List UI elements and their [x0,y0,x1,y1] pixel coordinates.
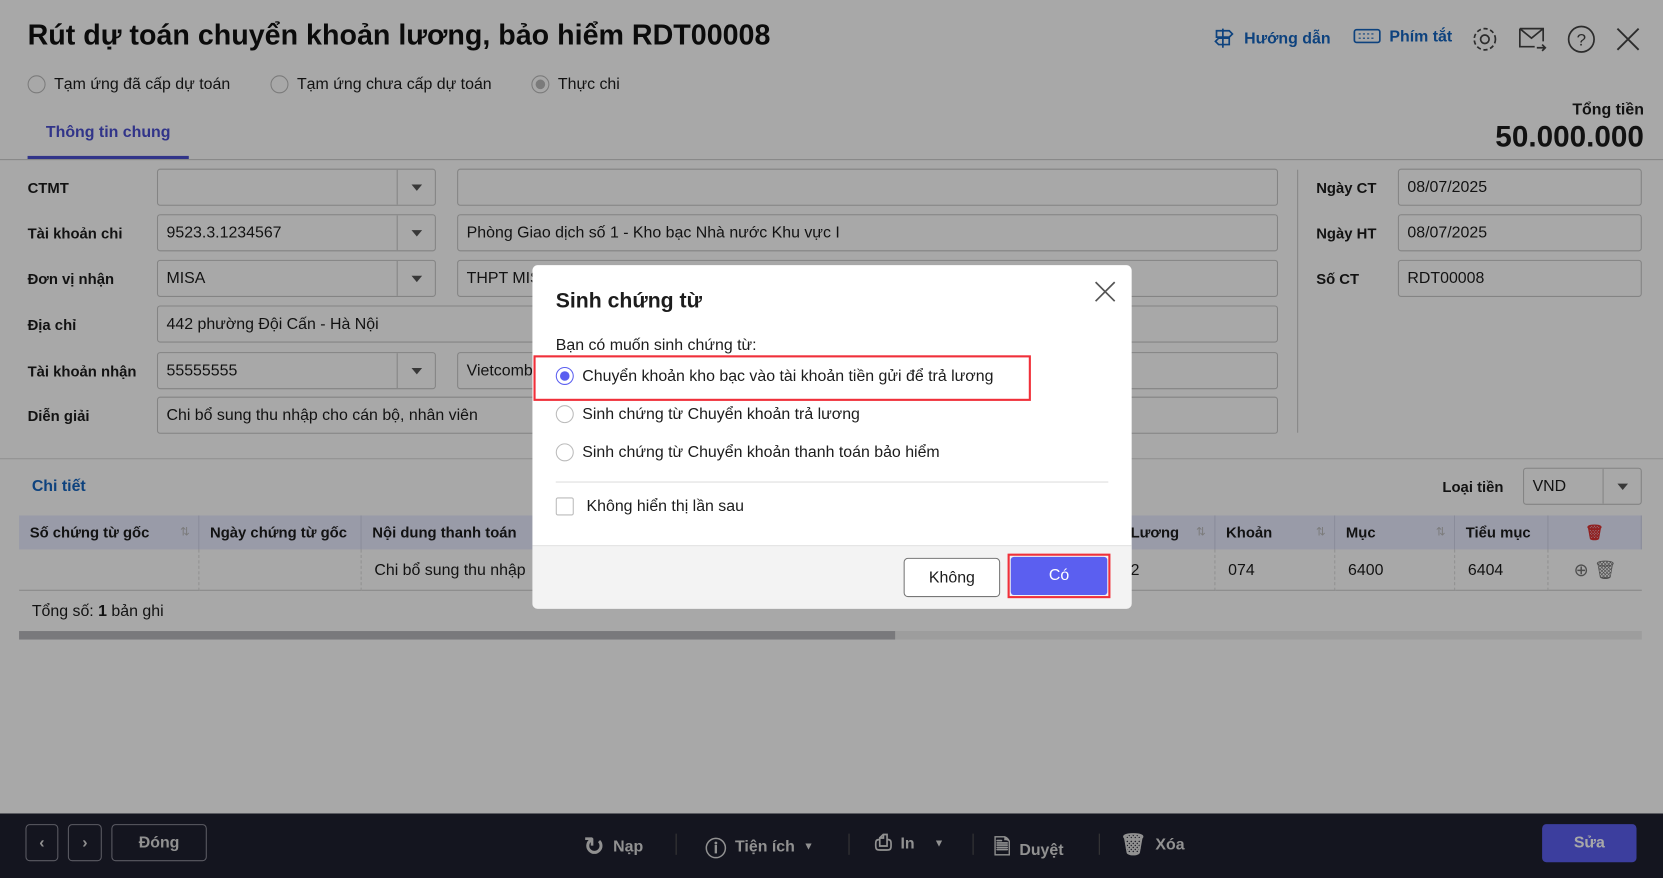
dont-show-checkbox[interactable]: Không hiển thị lần sau [555,497,744,516]
dialog-title: Sinh chứng từ [555,289,702,313]
generate-voucher-dialog: Sinh chứng từ Bạn có muốn sinh chứng từ:… [532,265,1132,609]
divider [555,481,1109,483]
checkbox-icon [555,497,574,516]
yes-button[interactable]: Có [1010,556,1108,595]
option-radio-2[interactable]: Sinh chứng từ Chuyển khoản thanh toán bả… [555,443,940,462]
dialog-question: Bạn có muốn sinh chứng từ: [555,336,757,355]
radio-icon [555,443,574,462]
no-button[interactable]: Không [903,557,1001,598]
radio-icon [555,405,574,424]
dialog-close-icon[interactable] [1094,281,1116,302]
radio-icon [555,366,574,385]
option-radio-1[interactable]: Sinh chứng từ Chuyển khoản trả lương [555,405,860,424]
option-radio-0[interactable]: Chuyển khoản kho bạc vào tài khoản tiền … [555,366,993,385]
